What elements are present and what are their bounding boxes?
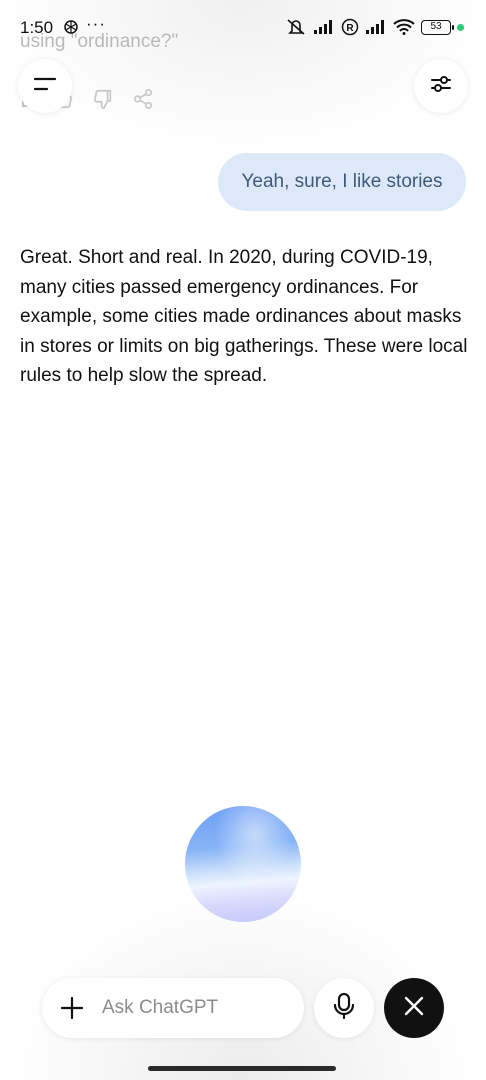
home-indicator[interactable] <box>148 1066 336 1071</box>
battery-icon: 53 <box>421 19 454 35</box>
microphone-icon <box>332 992 356 1025</box>
wifi-icon <box>393 19 415 35</box>
end-voice-button[interactable] <box>384 978 444 1038</box>
signal-icon <box>313 19 335 35</box>
share-icon[interactable] <box>132 88 154 110</box>
muted-vibrate-icon <box>285 18 307 36</box>
input-placeholder: Ask ChatGPT <box>102 997 219 1018</box>
registered-icon: R <box>341 18 359 36</box>
sliders-icon <box>429 72 453 101</box>
menu-icon <box>33 76 57 97</box>
chatgpt-app-icon <box>62 18 80 36</box>
signal-icon-2 <box>365 19 387 35</box>
close-icon <box>403 995 425 1022</box>
status-time: 1:50 <box>20 18 54 37</box>
plus-icon[interactable] <box>60 996 84 1020</box>
microphone-button[interactable] <box>314 978 374 1038</box>
menu-button[interactable] <box>18 59 72 113</box>
message-input[interactable]: Ask ChatGPT <box>42 978 304 1038</box>
assistant-message: Great. Short and real. In 2020, during C… <box>20 247 468 386</box>
privacy-indicator-dot <box>457 23 464 31</box>
status-more-dots: ··· <box>86 14 106 33</box>
settings-button[interactable] <box>414 59 468 113</box>
voice-orb[interactable] <box>185 806 301 922</box>
user-message-bubble: Yeah, sure, I like stories <box>218 153 466 211</box>
thumbs-down-icon[interactable] <box>92 88 114 110</box>
svg-text:R: R <box>346 23 354 34</box>
status-bar: 1:50 ··· R 53 <box>0 0 486 56</box>
status-indicators: R 53 <box>285 18 464 36</box>
